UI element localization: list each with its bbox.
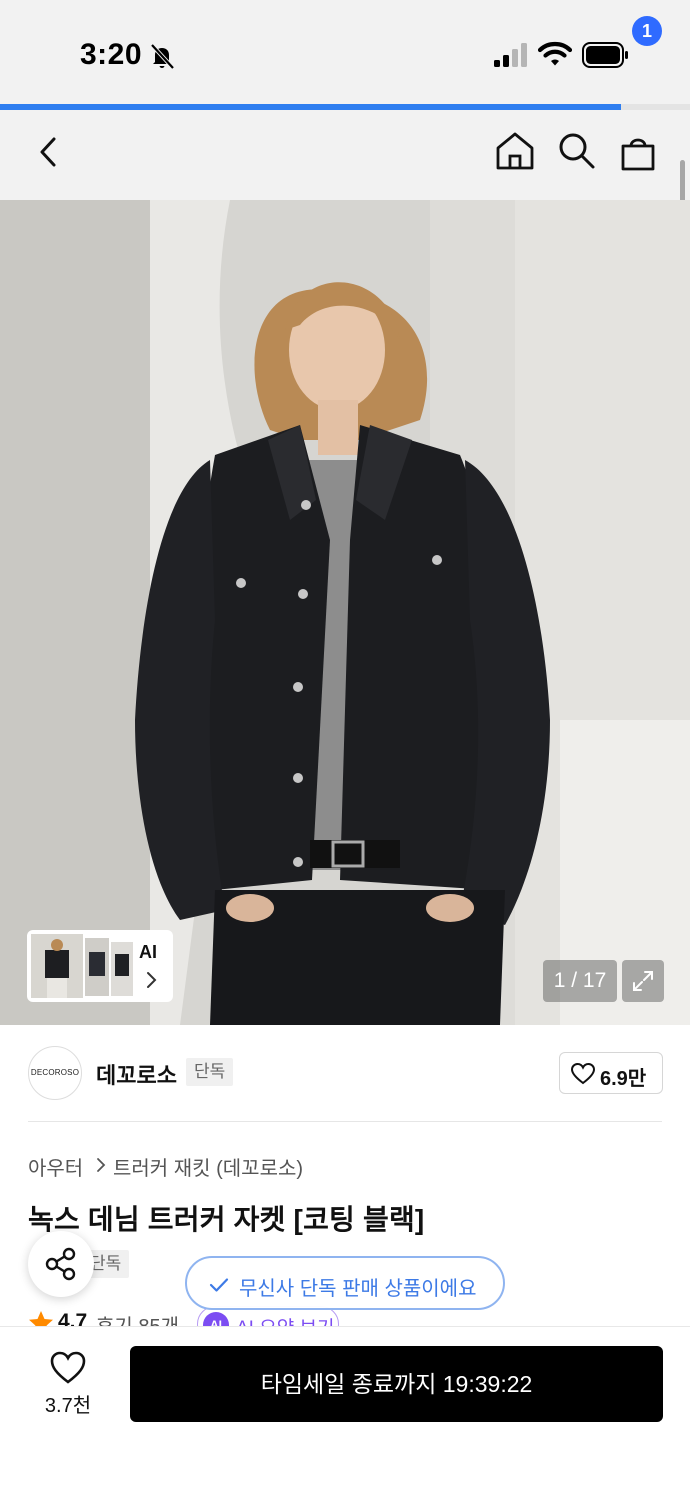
heart-icon (571, 1063, 595, 1085)
toast-text: 무신사 단독 판매 상품이에요 (239, 1278, 477, 1300)
search-icon[interactable] (556, 130, 596, 170)
home-icon[interactable] (494, 130, 536, 172)
bottom-action-bar: 3.7천 타임세일 종료까지 19:39:22 (0, 1326, 690, 1500)
ai-thumbnail-label: AI (139, 942, 157, 962)
divider (28, 1121, 662, 1122)
brand-like-button[interactable]: 6.9만 (559, 1052, 663, 1094)
cart-count-badge: 1 (632, 16, 662, 46)
expand-icon (633, 971, 653, 991)
status-bar: 3:20 (0, 0, 690, 104)
exclusive-toast: 무신사 단독 판매 상품이에요 (185, 1256, 505, 1310)
check-icon (209, 1278, 229, 1292)
brand-name[interactable]: 데꼬로소 (96, 1058, 177, 1090)
product-image[interactable] (0, 200, 690, 1025)
chevron-right-icon (147, 972, 157, 988)
breadcrumb-category[interactable]: 아우터 (28, 1152, 83, 1181)
thumbnail-images (31, 934, 133, 998)
cellular-signal-icon (494, 43, 527, 67)
buy-button[interactable]: 타임세일 종료까지 19:39:22 (130, 1346, 663, 1422)
bell-slash-icon (150, 43, 175, 70)
review-count-link[interactable]: 후기 85개 (96, 1310, 179, 1326)
heart-icon[interactable] (50, 1351, 86, 1385)
brand-like-count: 6.9만 (600, 1068, 647, 1090)
image-counter: 1 / 17 (543, 960, 617, 1002)
back-arrow-icon[interactable] (30, 132, 70, 172)
rating-value: 4.7 (58, 1310, 88, 1326)
product-like-count: 3.7천 (44, 1395, 92, 1417)
share-icon (45, 1247, 76, 1281)
product-title: 녹스 데님 트러커 자켓 [코팅 블랙] (28, 1204, 425, 1235)
status-time: 3:20 (80, 38, 143, 71)
ai-summary-label: AI 요약 보기 (236, 1313, 334, 1326)
ai-badge: AI (203, 1312, 229, 1326)
ai-style-thumbnail[interactable]: AI (27, 930, 173, 1002)
share-button[interactable] (28, 1231, 94, 1297)
battery-icon (582, 42, 628, 68)
top-nav (0, 110, 690, 200)
shopping-bag-icon[interactable] (618, 132, 658, 172)
star-icon (29, 1311, 53, 1326)
wifi-icon (538, 41, 572, 66)
breadcrumb-subcategory[interactable]: 트러커 재킷 (데꼬로소) (113, 1152, 303, 1181)
product-photo (0, 200, 690, 1025)
fullscreen-button[interactable] (622, 960, 664, 1002)
brand-logo[interactable]: DECOROSO (28, 1046, 82, 1100)
exclusive-tag: 단독 (186, 1058, 234, 1086)
chevron-right-icon (97, 1158, 106, 1172)
